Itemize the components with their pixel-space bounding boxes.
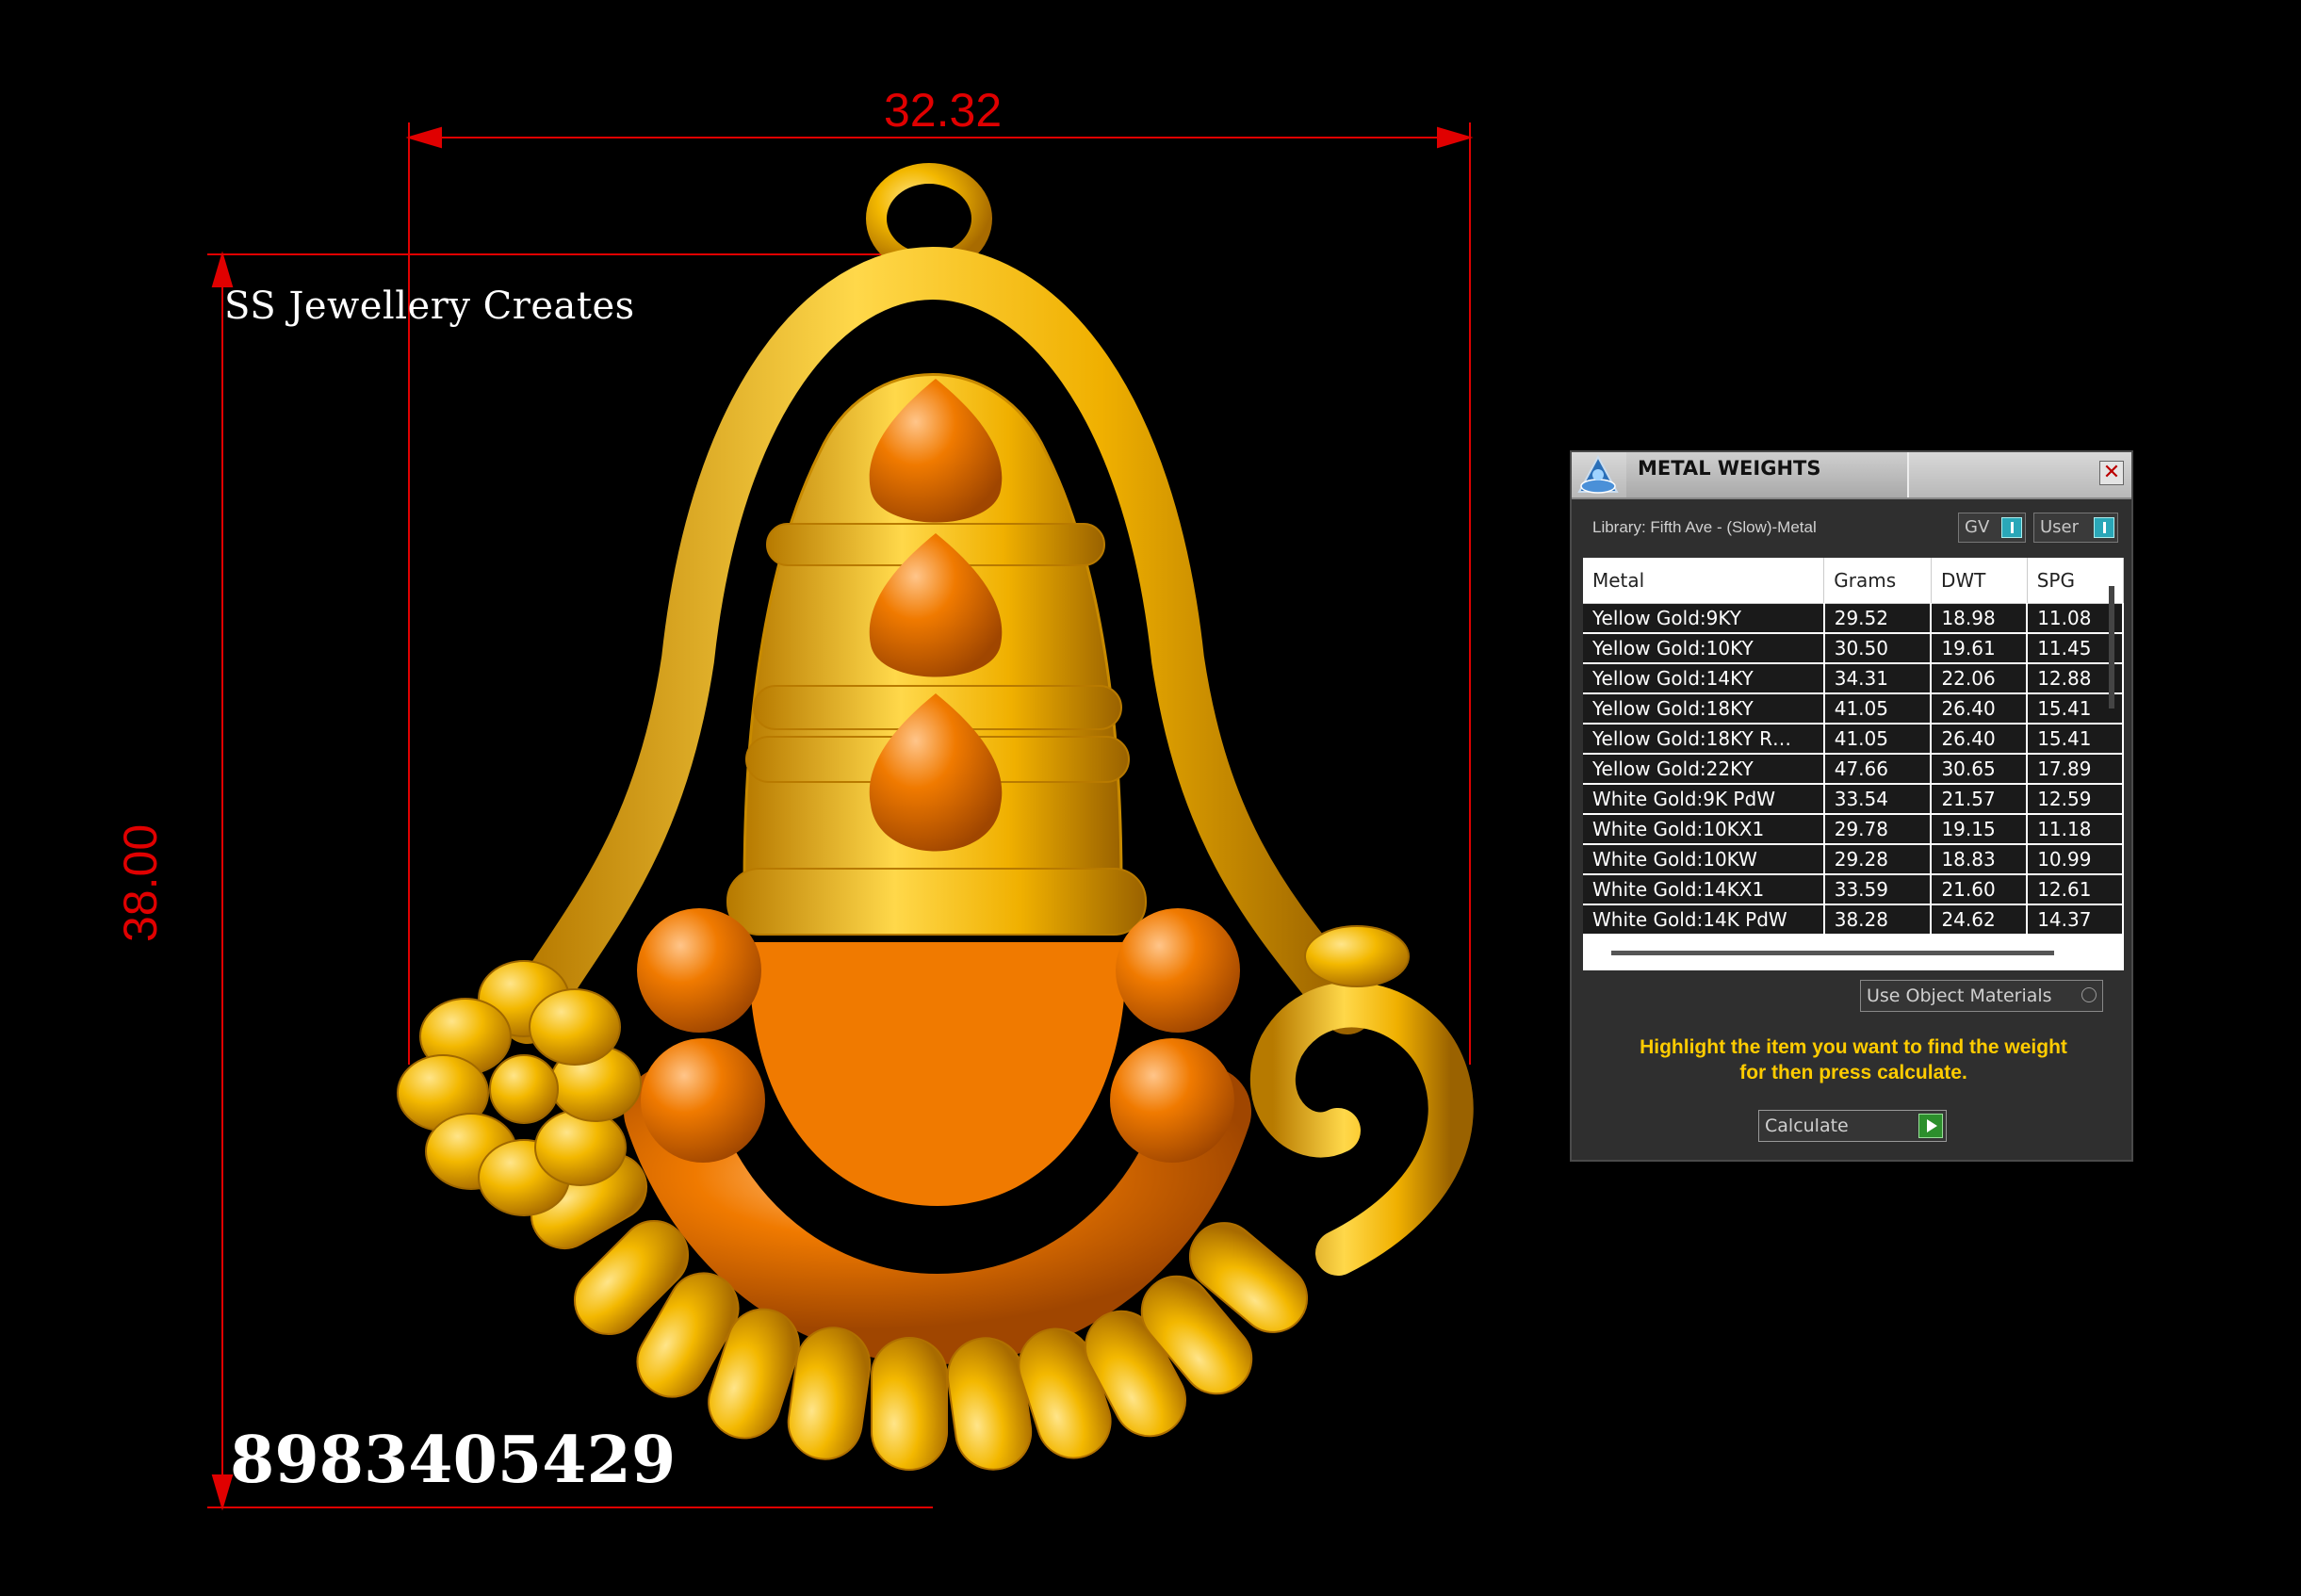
table-cell: 12.61 [2027,874,2124,905]
brand-watermark: SS Jewellery Creates [224,285,635,328]
table-cell: 29.78 [1823,814,1933,845]
toggle-switch-icon [2094,517,2114,538]
table-cell: White Gold:14K PdW [1583,904,1825,936]
table-cell: 18.83 [1931,844,2029,875]
table-cell: White Gold:9K PdW [1583,784,1825,815]
table-cell: 41.05 [1823,724,1933,755]
user-toggle[interactable]: User [2033,513,2118,543]
table-cell: 41.05 [1823,693,1933,725]
table-row[interactable]: Yellow Gold:18KY 41.05 26.40 15.41 [1583,693,2124,725]
table-cell: Yellow Gold:22KY [1583,754,1825,785]
bell-ring-4 [726,868,1147,936]
table-cell: 33.59 [1823,874,1933,905]
table-cell: 26.40 [1931,693,2029,725]
table-cell: 29.52 [1823,603,1933,634]
table-cell: 19.61 [1931,633,2029,664]
table-cell: 34.31 [1823,663,1933,694]
phone-watermark: 8983405429 [230,1423,677,1498]
radio-icon[interactable] [2081,987,2097,1002]
table-cell: 26.40 [1931,724,2029,755]
user-toggle-label: User [2040,517,2080,537]
toggle-switch-icon [2001,517,2022,538]
table-cell: 10.99 [2027,844,2124,875]
column-header[interactable]: Metal [1583,558,1825,604]
scroll-right [1249,982,1474,1276]
table-cell: 17.89 [2027,754,2124,785]
table-row[interactable]: White Gold:14KX1 33.59 21.60 12.61 [1583,874,2124,905]
column-header[interactable]: Grams [1823,558,1932,604]
table-cell: 18.98 [1931,603,2029,634]
vertical-scrollbar[interactable] [2109,586,2114,708]
table-row[interactable]: Yellow Gold:14KY 34.31 22.06 12.88 [1583,663,2124,694]
app-icon [1577,454,1619,494]
table-cell: 33.54 [1823,784,1933,815]
ball-right-bottom [1110,1038,1234,1163]
panel-titlebar[interactable]: METAL WEIGHTS ✕ [1572,452,2131,499]
table-cell: 30.50 [1823,633,1933,664]
metal-table[interactable]: Metal Grams DWT SPG Yellow Gold:9KY 29.52 18.… [1583,558,2124,970]
table-cell: Yellow Gold:9KY [1583,603,1825,634]
table-row[interactable]: Yellow Gold:10KY 30.50 19.61 11.45 [1583,633,2124,664]
gv-toggle-label: GV [1965,517,1990,537]
table-cell: 11.18 [2027,814,2124,845]
scroll-cap [1304,925,1410,987]
table-cell: Yellow Gold:10KY [1583,633,1825,664]
use-object-materials-label: Use Object Materials [1867,985,2052,1006]
calculate-label: Calculate [1765,1116,1849,1136]
table-cell: White Gold:10KX1 [1583,814,1825,845]
metal-weights-panel: METAL WEIGHTS ✕ Library: Fifth Ave - (Sl… [1570,450,2133,1162]
panel-title: METAL WEIGHTS [1626,452,1909,497]
height-dimension-label: 38.00 [114,823,167,942]
gv-toggle[interactable]: GV [1958,513,2026,543]
table-cell: 38.28 [1823,904,1933,936]
table-cell: 21.57 [1931,784,2029,815]
table-cell: 47.66 [1823,754,1933,785]
table-cell: White Gold:14KX1 [1583,874,1825,905]
instruction-line-1: Highlight the item you want to find the … [1640,1036,2067,1058]
flower-left [397,960,642,1216]
table-row[interactable]: White Gold:10KX1 29.78 19.15 11.18 [1583,814,2124,845]
play-icon[interactable] [1918,1114,1943,1138]
table-cell: Yellow Gold:18KY [1583,693,1825,725]
table-row[interactable]: Yellow Gold:18KY R… 41.05 26.40 15.41 [1583,724,2124,755]
table-cell: 21.60 [1931,874,2029,905]
table-row[interactable]: Yellow Gold:9KY 29.52 18.98 11.08 [1583,603,2124,634]
table-cell: 24.62 [1931,904,2029,936]
table-cell: 19.15 [1931,814,2029,845]
table-cell: 22.06 [1931,663,2029,694]
table-cell: White Gold:10KW [1583,844,1825,875]
table-cell: 14.37 [2027,904,2124,936]
orange-base [748,942,1127,1206]
table-row[interactable]: White Gold:10KW 29.28 18.83 10.99 [1583,844,2124,875]
calculate-button[interactable]: Calculate [1758,1110,1947,1142]
ball-right-top [1116,908,1240,1033]
table-cell: Yellow Gold:14KY [1583,663,1825,694]
width-dimension-label: 32.32 [884,84,1003,137]
instruction-text: Highlight the item you want to find the … [1591,1034,2116,1085]
table-row[interactable]: Yellow Gold:22KY 47.66 30.65 17.89 [1583,754,2124,785]
horizontal-scrollbar[interactable] [1611,951,2054,955]
table-cell: Yellow Gold:18KY R… [1583,724,1825,755]
table-row[interactable]: White Gold:9K PdW 33.54 21.57 12.59 [1583,784,2124,815]
table-row[interactable]: White Gold:14K PdW 38.28 24.62 14.37 [1583,904,2124,936]
library-label: Library: Fifth Ave - (Slow)-Metal [1592,518,1817,536]
table-cell: 30.65 [1931,754,2029,785]
column-header[interactable]: DWT [1931,558,2028,604]
ball-left-bottom [641,1038,765,1163]
close-icon[interactable]: ✕ [2099,461,2124,485]
table-cell: 15.41 [2027,724,2124,755]
ball-left-top [637,908,761,1033]
use-object-materials-field[interactable]: Use Object Materials [1860,980,2103,1012]
table-cell: 29.28 [1823,844,1933,875]
instruction-line-2: for then press calculate. [1739,1062,1967,1083]
table-cell: 12.59 [2027,784,2124,815]
